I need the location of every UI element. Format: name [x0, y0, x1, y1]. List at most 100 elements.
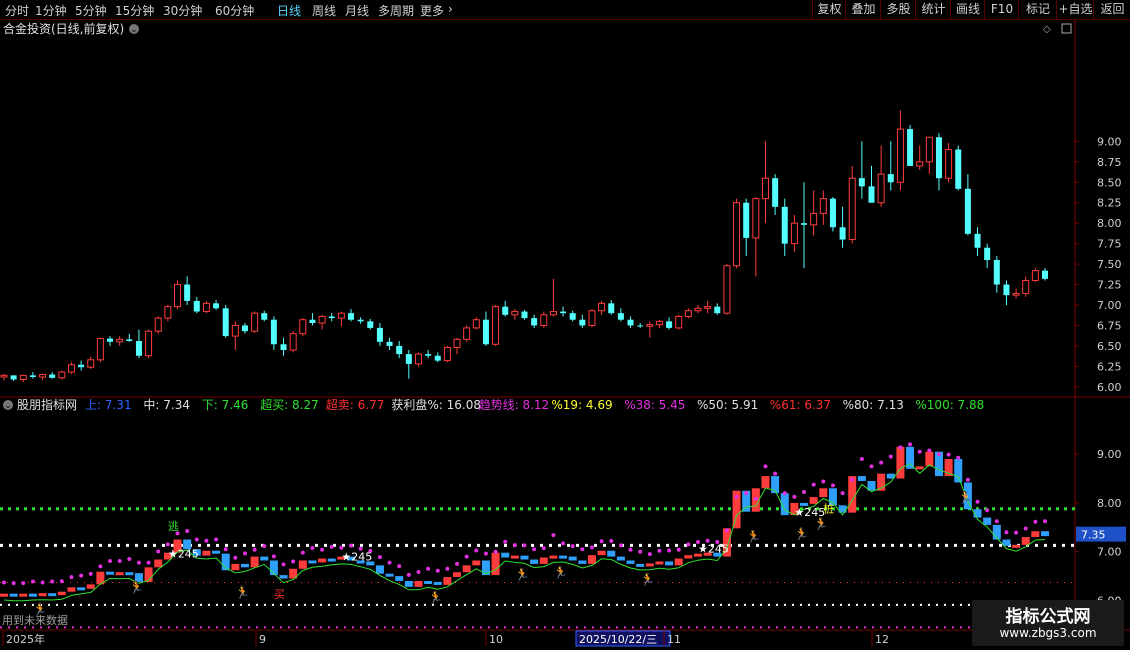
candle-body-up: [877, 173, 885, 204]
candle-body-down: [781, 206, 788, 244]
trend-dot: [397, 564, 402, 569]
candle-body-down: [531, 318, 538, 326]
period-tab-7[interactable]: 周线: [312, 2, 336, 19]
trend-dot: [946, 452, 951, 457]
candle-body-down: [560, 311, 567, 314]
ind-candle: [1041, 531, 1049, 537]
trend-dot: [185, 528, 190, 533]
candle-body-down: [261, 313, 268, 320]
toolbar-button-7[interactable]: +自选: [1056, 0, 1094, 19]
trend-dot: [11, 581, 16, 586]
trend-dot: [898, 445, 903, 450]
runner-icon: 🏃: [129, 581, 144, 595]
trend-dot: [464, 554, 469, 559]
trend-dot: [483, 551, 488, 556]
ind-ytick-label: 7.00: [1097, 546, 1122, 559]
candle-body-up: [443, 347, 451, 362]
candle-body-down: [935, 137, 942, 179]
trend-dot: [792, 494, 797, 499]
watermark-title: 指标公式网: [1005, 607, 1091, 627]
toolbar-button-1[interactable]: 叠加: [845, 0, 881, 19]
toolbar-button-6[interactable]: 标记: [1018, 0, 1057, 19]
trend-dot: [908, 442, 913, 447]
trend-dot: [40, 580, 45, 585]
candle-body-up: [96, 338, 104, 361]
candle-body-down: [193, 300, 200, 312]
ind-candle: [385, 573, 394, 577]
ind-candle: [549, 555, 558, 559]
ind-candle: [298, 560, 307, 569]
period-tab-10[interactable]: 更多: [420, 2, 444, 19]
candle-body-up: [39, 374, 47, 378]
indicator-value-0: 上: 7.31: [85, 398, 132, 412]
candle-body-up: [588, 310, 596, 326]
runner-icon: 🏃: [640, 572, 655, 586]
trend-dot: [512, 543, 517, 548]
trend-dot: [734, 494, 739, 499]
candle-body-up: [463, 327, 471, 340]
toolbar-button-0[interactable]: 复权: [812, 0, 846, 19]
candle-body-up: [655, 320, 663, 326]
period-tab-5[interactable]: 60分钟: [215, 2, 254, 19]
trend-dot: [377, 555, 382, 560]
candle-body-down: [357, 319, 364, 322]
trend-dot: [965, 477, 970, 482]
ind-candle: [240, 563, 249, 568]
period-tab-9[interactable]: 多周期: [378, 2, 414, 19]
ind-candle: [761, 476, 770, 489]
period-tab-3[interactable]: 15分钟: [115, 2, 154, 19]
candle-body-up: [925, 136, 933, 163]
trend-dot: [850, 477, 855, 482]
buy-marker: 买: [274, 588, 285, 601]
trend-dot: [262, 544, 267, 549]
trend-dot: [985, 508, 990, 513]
period-tab-4[interactable]: 30分钟: [163, 2, 202, 19]
trend-dot: [79, 573, 84, 578]
candle-body-down: [107, 338, 114, 342]
ind-candle: [327, 558, 336, 562]
candle-body-down: [887, 174, 894, 183]
trend-dot: [686, 542, 691, 547]
ind-candle: [67, 587, 76, 592]
more-chevron-icon[interactable]: ›: [448, 2, 453, 16]
period-tab-1[interactable]: 1分钟: [35, 2, 67, 19]
toolbar-button-2[interactable]: 多股: [880, 0, 916, 19]
toolbar-button-4[interactable]: 画线: [950, 0, 985, 19]
candle-body-down: [569, 313, 576, 320]
candle-body-up: [318, 315, 326, 324]
indicator-value-5: 获利盘%: 16.08: [391, 397, 481, 412]
ind-candle: [106, 571, 115, 575]
period-tab-2[interactable]: 5分钟: [75, 2, 107, 19]
candle-body-down: [1042, 270, 1048, 279]
candle-body-up: [472, 319, 480, 329]
toolbar-button-8[interactable]: 返回: [1093, 0, 1130, 19]
period-tab-6[interactable]: 日线: [277, 2, 301, 19]
candle-body-down: [743, 202, 750, 238]
trend-dot: [1004, 530, 1009, 535]
trend-dot: [917, 449, 922, 454]
candle-body-down: [49, 374, 56, 378]
candle-body-down: [984, 247, 991, 260]
trend-dot: [628, 547, 633, 552]
xaxis-label: 9: [259, 633, 266, 646]
ind-candle: [510, 555, 519, 559]
trend-dot: [271, 554, 276, 559]
xaxis-label: 10: [489, 633, 503, 646]
trend-dot: [503, 539, 508, 544]
ind-candle: [684, 555, 693, 559]
ind-candle: [501, 552, 510, 558]
period-tab-8[interactable]: 月线: [345, 2, 369, 19]
trend-dot: [773, 471, 778, 476]
toolbar-button-3[interactable]: 统计: [915, 0, 951, 19]
main-ytick-label: 7.75: [1097, 238, 1122, 251]
ind-candle: [0, 593, 8, 597]
ind-candle: [9, 593, 18, 597]
candle-body-down: [213, 303, 220, 309]
period-tab-0[interactable]: 分时: [5, 2, 29, 19]
ind-candle: [530, 559, 539, 564]
trend-dot: [406, 572, 411, 577]
trend-dot: [435, 568, 440, 573]
watermark-url: www.zbgs3.com: [999, 626, 1097, 640]
ind-candle: [375, 565, 384, 574]
toolbar-button-5[interactable]: F10: [984, 0, 1019, 19]
